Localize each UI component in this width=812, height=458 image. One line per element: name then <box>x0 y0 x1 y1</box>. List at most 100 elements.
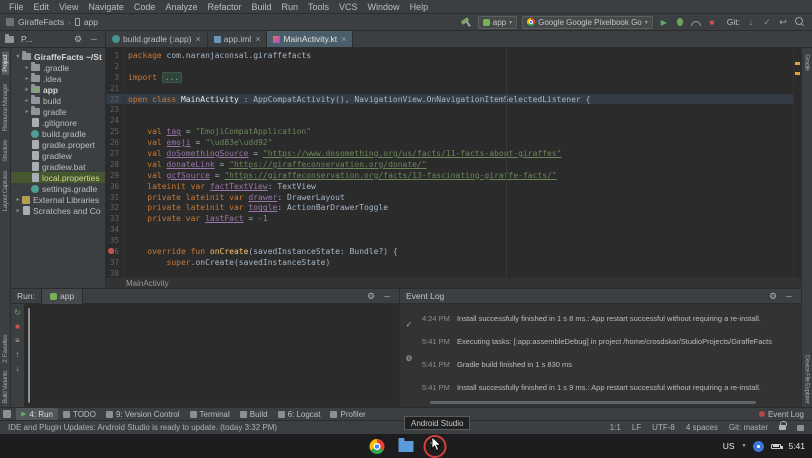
line-number[interactable]: 23 <box>106 104 124 115</box>
search-icon[interactable] <box>794 16 806 28</box>
hide-panel-icon[interactable] <box>783 290 795 302</box>
line-number[interactable]: 30 <box>106 181 124 192</box>
code-line-21[interactable]: 21 <box>106 83 793 94</box>
chevron-right-icon[interactable]: ▸ <box>14 207 22 214</box>
event-filter-icon[interactable] <box>403 318 415 330</box>
keyboard-layout-indicator[interactable]: US <box>723 441 735 451</box>
chevron-right-icon[interactable]: ▸ <box>23 64 31 71</box>
menu-tools[interactable]: Tools <box>303 2 334 12</box>
line-number[interactable]: 22 <box>106 94 124 105</box>
toolwindow-switcher-icon[interactable] <box>3 410 11 418</box>
chevron-right-icon[interactable]: ▸ <box>23 97 31 104</box>
tool-tab-todo[interactable]: TODO <box>58 408 101 420</box>
tree-item-idea[interactable]: ▸.idea <box>11 73 105 84</box>
close-tab-icon[interactable]: × <box>196 34 201 44</box>
code-line-36[interactable]: 36 override fun onCreate(savedInstanceSt… <box>106 246 793 257</box>
line-number[interactable]: 31 <box>106 192 124 203</box>
run-icon[interactable] <box>658 16 670 28</box>
horizontal-scrollbar[interactable] <box>430 401 756 404</box>
code-line-33[interactable]: 33 private var lastFact = -1 <box>106 213 793 224</box>
tab-mainactivity-kt[interactable]: MainActivity.kt× <box>267 31 353 47</box>
code-line-31[interactable]: 31 private lateinit var drawer: DrawerLa… <box>106 192 793 203</box>
tree-item-scratches-and-co[interactable]: ▸Scratches and Co <box>11 205 105 216</box>
tree-item-build-gradle[interactable]: build.gradle <box>11 128 105 139</box>
scroll-up-icon[interactable] <box>12 349 23 360</box>
tree-item-gitignore[interactable]: .gitignore <box>11 117 105 128</box>
tree-item-local-properties[interactable]: local.properties <box>11 172 105 183</box>
code-line-32[interactable]: 32 private lateinit var toggle: ActionBa… <box>106 202 793 213</box>
tree-item-settings-gradle[interactable]: settings.gradle <box>11 183 105 194</box>
tool-tab-terminal[interactable]: Terminal <box>185 408 235 420</box>
breadcrumb-project[interactable]: GiraffeFacts <box>18 17 64 27</box>
tool-tab-event-log[interactable]: Event Log <box>754 408 809 420</box>
event-settings-icon[interactable] <box>403 352 415 364</box>
file-encoding[interactable]: UTF-8 <box>652 423 675 432</box>
menu-code[interactable]: Code <box>129 2 161 12</box>
tool-button-layout-captures[interactable]: Layout Captures <box>2 171 9 211</box>
git-branch[interactable]: Git: master <box>729 423 768 432</box>
indent-style[interactable]: 4 spaces <box>686 423 718 432</box>
gear-icon[interactable] <box>365 290 377 302</box>
debug-icon[interactable] <box>674 16 686 28</box>
stop-icon[interactable] <box>706 16 718 28</box>
warning-mark[interactable] <box>795 72 800 75</box>
clock[interactable]: 5:41 <box>788 441 805 451</box>
tool-button-resource-manager[interactable]: Resource Manager <box>2 84 9 131</box>
tab-build-gradle-app[interactable]: build.gradle (:app)× <box>106 31 208 47</box>
menu-edit[interactable]: Edit <box>29 2 55 12</box>
chevron-down-icon[interactable]: ▾ <box>14 53 22 60</box>
line-number[interactable]: 1 <box>106 50 124 61</box>
chevron-right-icon[interactable]: ▸ <box>23 86 31 93</box>
code-line-2[interactable]: 2 <box>106 61 793 72</box>
error-stripe[interactable] <box>793 48 801 277</box>
line-number[interactable]: 3 <box>106 72 124 83</box>
line-number[interactable]: 26 <box>106 137 124 148</box>
code-line-25[interactable]: 25 val tag = "EmojiCompatApplication" <box>106 126 793 137</box>
profiler-icon[interactable] <box>690 16 702 28</box>
code-line-24[interactable]: 24 <box>106 115 793 126</box>
tree-item-gradle[interactable]: ▸.gradle <box>11 62 105 73</box>
tool-button-build-variants[interactable]: Build Variants <box>2 371 9 404</box>
notification-bubble-icon[interactable] <box>797 425 804 431</box>
tree-item-build[interactable]: ▸build <box>11 95 105 106</box>
git-update-icon[interactable] <box>745 16 757 28</box>
chevron-right-icon[interactable]: ▸ <box>23 108 31 115</box>
menu-navigate[interactable]: Navigate <box>83 2 129 12</box>
caret-position[interactable]: 1:1 <box>610 423 621 432</box>
menu-analyze[interactable]: Analyze <box>160 2 202 12</box>
breadcrumb-class[interactable]: MainActivity <box>126 279 169 288</box>
run-tab-app[interactable]: app <box>41 289 83 304</box>
status-message[interactable]: IDE and Plugin Updates: Android Studio i… <box>8 423 277 432</box>
code-line-38[interactable]: 38 <box>106 268 793 277</box>
line-number[interactable]: 35 <box>106 235 124 246</box>
git-commit-icon[interactable] <box>761 16 773 28</box>
menu-view[interactable]: View <box>54 2 83 12</box>
code-line-27[interactable]: 27 val doSomethingSource = "https://www.… <box>106 148 793 159</box>
code-line-28[interactable]: 28 val donateLink = "https://giraffecons… <box>106 159 793 170</box>
tree-item-gradlew[interactable]: gradlew <box>11 150 105 161</box>
code-line-1[interactable]: 1package com.naranjaconsal.giraffefacts <box>106 50 793 61</box>
close-tab-icon[interactable]: × <box>255 34 260 44</box>
menu-window[interactable]: Window <box>363 2 405 12</box>
breadcrumb-module[interactable]: app <box>84 17 98 27</box>
line-number[interactable]: 32 <box>106 202 124 213</box>
code-line-3[interactable]: 3import ... <box>106 72 793 83</box>
tool-button-project[interactable]: Project <box>2 52 9 75</box>
tree-item-gradlew-bat[interactable]: gradlew.bat <box>11 161 105 172</box>
menu-build[interactable]: Build <box>246 2 276 12</box>
code-line-37[interactable]: 37 super.onCreate(savedInstanceState) <box>106 257 793 268</box>
tool-button-gradle[interactable]: Gradle <box>804 54 811 71</box>
line-number[interactable]: 24 <box>106 115 124 126</box>
line-number[interactable]: 29 <box>106 170 124 181</box>
editor[interactable]: 1package com.naranjaconsal.giraffefacts2… <box>106 48 801 288</box>
rerun-icon[interactable] <box>12 307 23 318</box>
lock-icon[interactable] <box>779 425 786 430</box>
chrome-app-icon[interactable] <box>370 439 385 454</box>
code-line-34[interactable]: 34 <box>106 224 793 235</box>
line-number[interactable]: 36 <box>106 246 124 257</box>
tool-tab-9-version-control[interactable]: 9: Version Control <box>101 408 185 420</box>
tool-tab-build[interactable]: Build <box>235 408 273 420</box>
menu-refactor[interactable]: Refactor <box>202 2 246 12</box>
battery-icon[interactable] <box>771 444 781 449</box>
tree-item-gradle-propert[interactable]: gradle.propert <box>11 139 105 150</box>
